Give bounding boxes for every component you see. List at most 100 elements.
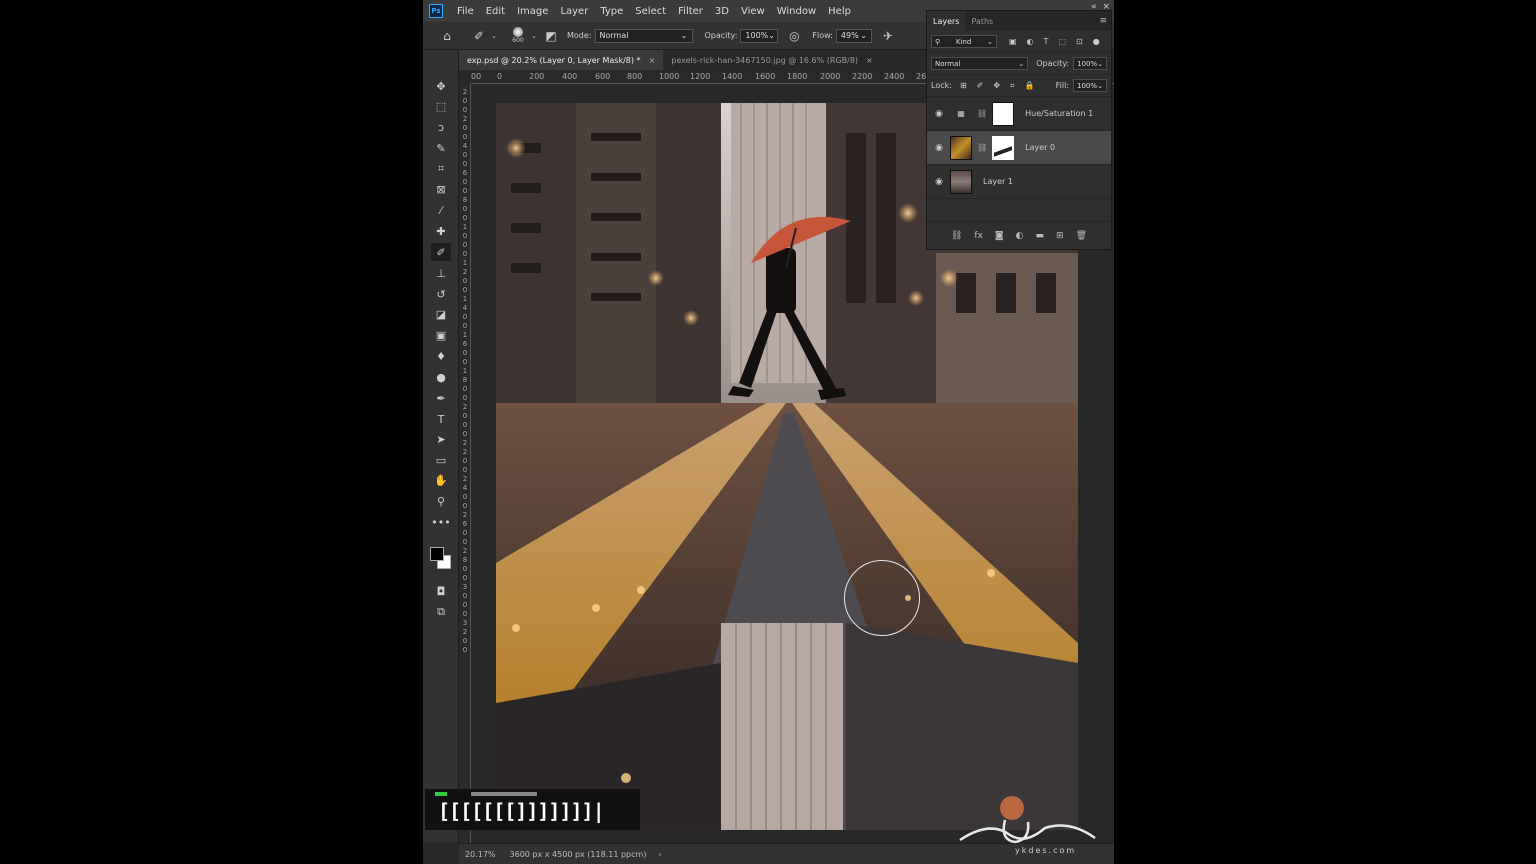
tab-paths[interactable]: Paths	[965, 11, 999, 31]
eye-icon[interactable]: ◉	[933, 109, 945, 119]
menu-layer[interactable]: Layer	[554, 6, 594, 17]
brush-size-value: 600	[512, 37, 524, 44]
link-icon[interactable]: ⛓	[977, 143, 987, 152]
layer-row-hue-saturation[interactable]: ◉ ▦ ⛓ Hue/Saturation 1	[927, 97, 1111, 131]
layer-mask-thumbnail[interactable]	[992, 101, 1015, 126]
ruler-tick-label: 0	[462, 610, 468, 618]
lock-transparent-icon[interactable]: ⊞	[960, 81, 967, 90]
shape-tool[interactable]: ▭	[431, 451, 451, 469]
opacity-field[interactable]: 100% ⌄	[740, 28, 779, 43]
panel-menu-icon[interactable]: ≡	[1099, 16, 1107, 26]
layer-row-layer-1[interactable]: ◉ Layer 1	[927, 165, 1111, 199]
menu-3d[interactable]: 3D	[709, 6, 735, 17]
layer-opacity-field[interactable]: 100% ⌄	[1073, 57, 1107, 70]
filter-toggle-icon[interactable]: ●	[1093, 37, 1100, 46]
type-tool[interactable]: T	[431, 410, 451, 428]
layer-name[interactable]: Layer 1	[983, 177, 1013, 186]
zoom-level[interactable]: 20.17%	[465, 850, 496, 859]
add-mask-icon[interactable]: ◙	[995, 231, 1004, 241]
pressure-opacity-icon[interactable]: ◎	[784, 26, 804, 46]
photoshop-logo[interactable]: Ps	[429, 4, 443, 18]
menu-window[interactable]: Window	[771, 6, 822, 17]
layer-row-layer-0[interactable]: ◉ ⛓ Layer 0	[927, 131, 1111, 165]
chevron-down-icon[interactable]: ⌄	[489, 26, 499, 46]
menu-type[interactable]: Type	[594, 6, 629, 17]
quick-mask-icon[interactable]: ◘	[431, 582, 451, 600]
fill-field[interactable]: 100% ⌄	[1073, 79, 1107, 92]
menu-edit[interactable]: Edit	[480, 6, 511, 17]
home-icon[interactable]: ⌂	[437, 26, 457, 46]
menu-filter[interactable]: Filter	[672, 6, 709, 17]
tab-pexels-jpg[interactable]: pexels-rick-han-3467150.jpg @ 16.6% (RGB…	[663, 50, 880, 70]
layer-mask-thumbnail[interactable]	[992, 135, 1015, 160]
vertical-ruler[interactable]: 2002004006008001000120014001600180020002…	[459, 84, 471, 843]
airbrush-icon[interactable]: ✈	[878, 26, 898, 46]
link-icon[interactable]: ⛓	[977, 109, 987, 118]
layer-name[interactable]: Layer 0	[1025, 143, 1055, 152]
eraser-tool[interactable]: ◪	[431, 305, 451, 323]
healing-brush-tool[interactable]: ✚	[431, 222, 451, 240]
layer-filter-select[interactable]: ⚲ Kind ⌄	[931, 35, 997, 48]
menu-view[interactable]: View	[735, 6, 771, 17]
status-menu-arrow[interactable]: ›	[658, 850, 661, 859]
lock-position-icon[interactable]: ✥	[993, 81, 1000, 90]
dodge-tool[interactable]: ●	[431, 368, 451, 386]
menu-file[interactable]: File	[451, 6, 480, 17]
trash-icon[interactable]: 🗑	[1076, 231, 1087, 241]
frame-tool[interactable]: ⊠	[431, 180, 451, 198]
layer-thumbnail[interactable]	[950, 169, 972, 194]
path-selection-tool[interactable]: ➤	[431, 430, 451, 448]
layer-thumbnail[interactable]	[950, 135, 972, 160]
more-tools[interactable]: •••	[431, 513, 451, 531]
zoom-tool[interactable]: ⚲	[431, 492, 451, 510]
filter-smart-object-icon[interactable]: ⊡	[1076, 37, 1083, 46]
brush-settings-icon[interactable]: ◩	[541, 26, 561, 46]
link-icon[interactable]: ⛓	[951, 231, 962, 241]
folder-icon[interactable]: ▬	[1036, 231, 1045, 241]
blend-mode-select[interactable]: Normal ⌄	[931, 57, 1029, 70]
ruler-tick-label: 2	[462, 268, 468, 276]
eye-icon[interactable]: ◉	[933, 177, 945, 187]
lasso-tool[interactable]: ↄ	[431, 118, 451, 136]
close-icon[interactable]: ×	[866, 56, 873, 65]
lock-image-icon[interactable]: ✐	[977, 81, 984, 90]
filter-pixel-icon[interactable]: ▣	[1009, 37, 1017, 46]
menu-image[interactable]: Image	[511, 6, 554, 17]
tab-layers[interactable]: Layers	[927, 11, 966, 31]
quick-selection-tool[interactable]: ✎	[431, 139, 451, 157]
blur-tool[interactable]: ♦	[431, 347, 451, 365]
filter-shape-icon[interactable]: ⬚	[1058, 37, 1066, 46]
tab-exp-psd[interactable]: exp.psd @ 20.2% (Layer 0, Layer Mask/8) …	[459, 50, 664, 70]
layer-name[interactable]: Hue/Saturation 1	[1025, 109, 1093, 118]
ruler-tick-label: 2	[462, 403, 468, 411]
ruler-tick-label: 0	[462, 646, 468, 654]
brush-tool[interactable]: ✐	[431, 243, 451, 261]
move-tool[interactable]: ✥	[431, 77, 451, 95]
pen-tool[interactable]: ✒	[431, 389, 451, 407]
hand-tool[interactable]: ✋	[431, 471, 451, 489]
filter-type-icon[interactable]: T	[1044, 37, 1049, 46]
gradient-tool[interactable]: ▣	[431, 326, 451, 344]
close-icon[interactable]: ×	[649, 56, 656, 65]
flow-field[interactable]: 49% ⌄	[835, 28, 872, 43]
clone-stamp-tool[interactable]: ⊥	[431, 264, 451, 282]
marquee-tool[interactable]: ⬚	[431, 97, 451, 115]
crop-tool[interactable]: ⌗	[431, 160, 451, 178]
lock-all-icon[interactable]: 🔒	[1025, 81, 1035, 90]
filter-adjustment-icon[interactable]: ◐	[1027, 37, 1034, 46]
menu-help[interactable]: Help	[822, 6, 857, 17]
lock-artboard-icon[interactable]: ⌗	[1010, 81, 1015, 91]
history-brush-tool[interactable]: ↺	[431, 285, 451, 303]
brush-preset-icon[interactable]: ✐	[469, 26, 489, 46]
chevron-down-icon[interactable]: ⌄	[529, 26, 539, 46]
eyedropper-tool[interactable]: ⁄	[431, 201, 451, 219]
foreground-color-swatch[interactable]	[430, 547, 444, 561]
brush-size-picker[interactable]: 600	[507, 25, 529, 47]
screen-mode-icon[interactable]: ⧉	[431, 603, 451, 621]
mode-select[interactable]: Normal ⌄	[594, 28, 693, 43]
new-layer-icon[interactable]: ⊞	[1056, 231, 1064, 241]
adjustment-icon[interactable]: ◐	[1016, 231, 1024, 241]
eye-icon[interactable]: ◉	[933, 143, 945, 153]
fx-icon[interactable]: fx	[974, 231, 983, 241]
menu-select[interactable]: Select	[629, 6, 672, 17]
